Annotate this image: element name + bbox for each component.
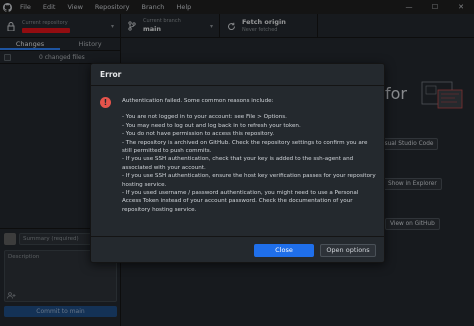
error-reason: - If you used username / password authen… <box>122 190 359 213</box>
error-reason: - You may need to log out and log back i… <box>122 122 301 129</box>
error-reason: - You do not have permission to access t… <box>122 131 275 138</box>
close-button[interactable]: Close <box>254 244 314 257</box>
open-options-button[interactable]: Open options <box>320 244 376 257</box>
error-dialog: Error ! Authentication failed. Some comm… <box>90 63 385 263</box>
error-reason: - You are not logged in to your account:… <box>122 114 287 121</box>
error-reason: - The repository is archived on GitHub. … <box>122 139 368 155</box>
dialog-footer: Close Open options <box>91 236 384 263</box>
dialog-message: Authentication failed. Some common reaso… <box>122 97 378 214</box>
error-intro: Authentication failed. Some common reaso… <box>122 98 274 104</box>
error-icon: ! <box>100 97 111 108</box>
error-reason: - If you use SSH authentication, check t… <box>122 156 354 171</box>
dialog-title: Error <box>91 64 384 86</box>
error-reason: - If you use SSH authentication, ensure … <box>122 173 376 188</box>
